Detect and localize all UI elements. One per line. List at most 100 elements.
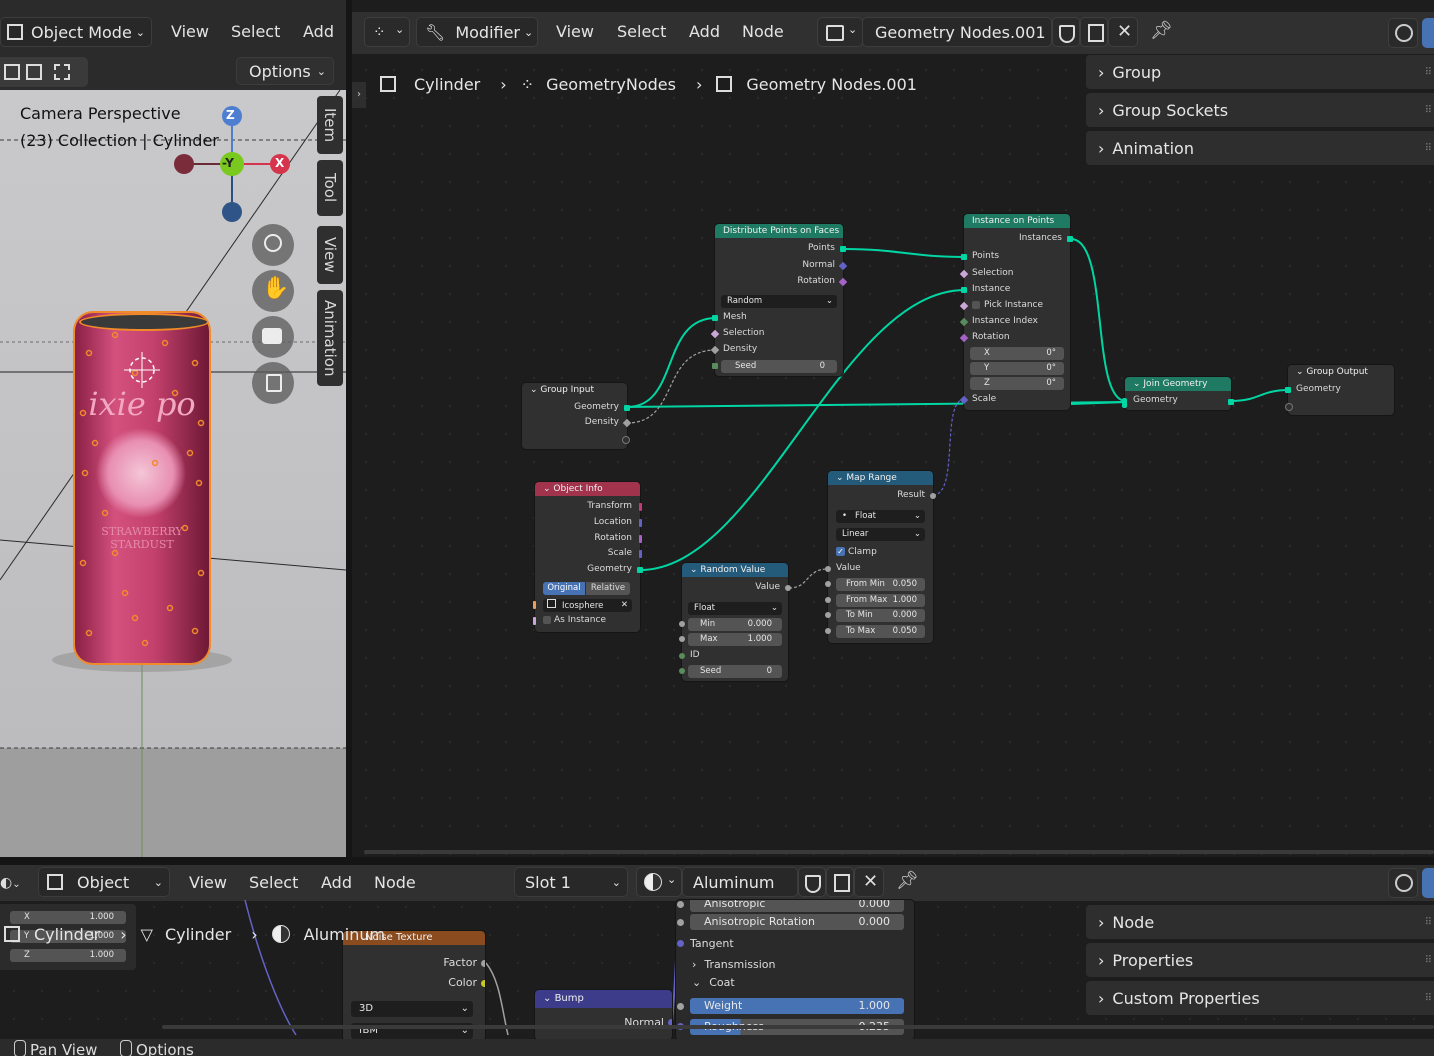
socket-seed-in[interactable] (712, 363, 718, 369)
material-browse[interactable]: ⌄ (636, 867, 682, 897)
pick-instance-checkbox[interactable]: Pick Instance (972, 300, 1043, 310)
shader-menu-node[interactable]: Node (374, 873, 416, 892)
dim-z-field[interactable]: Z 1.000 (10, 949, 126, 962)
fake-user-button[interactable] (1052, 17, 1080, 47)
node-group-output[interactable]: ⌄ Group Output Geometry (1285, 365, 1394, 415)
to-min-field[interactable]: To Min 0.000 (836, 609, 925, 622)
seed-field[interactable]: Seed 0 (721, 360, 837, 373)
node-header[interactable]: ⌄ Group Input (522, 383, 627, 397)
from-min-field[interactable]: From Min 0.050 (836, 578, 925, 591)
node-header[interactable]: ⌄ Random Value (682, 563, 788, 577)
socket-result-out[interactable] (930, 493, 936, 499)
node-header[interactable]: ⌄ Bump (535, 990, 672, 1008)
transform-space-original[interactable]: Original (543, 582, 585, 595)
tab-item[interactable]: Item (317, 96, 343, 154)
socket-max-in[interactable] (679, 636, 685, 642)
clamp-checkbox[interactable]: ✓ Clamp (836, 547, 877, 557)
selection-mode-buttons[interactable] (0, 57, 88, 87)
slot-dropdown[interactable]: Slot 1 ⌄ (514, 867, 628, 897)
node-bump[interactable]: ⌄ Bump Normal (535, 990, 672, 1040)
socket-mesh-in[interactable] (712, 315, 718, 321)
lock-view-button[interactable] (252, 362, 294, 404)
pin-icon[interactable]: 📌︎ (1150, 20, 1173, 41)
socket-factor-out[interactable] (481, 960, 485, 967)
socket-empty-out[interactable] (622, 436, 630, 444)
shader-object-dropdown[interactable]: Object ⌄ (38, 867, 170, 897)
camera-view-button[interactable] (252, 316, 294, 358)
panel-group[interactable]: › Group ⠿ (1086, 55, 1434, 89)
seed-field[interactable]: Seed 0 (688, 665, 782, 678)
node-instance-on-points[interactable]: Instance on Points Instances Points Sele… (959, 214, 1073, 410)
panel-properties[interactable]: › Properties ⠿ (1086, 943, 1434, 977)
node-header[interactable]: Instance on Points (964, 214, 1070, 228)
socket-tangent-in[interactable] (677, 940, 684, 947)
node-header[interactable]: ⌄ Map Range (828, 471, 933, 485)
shader-menu-select[interactable]: Select (249, 873, 298, 892)
socket-min-in[interactable] (679, 621, 685, 627)
node-menu-view[interactable]: View (556, 22, 594, 41)
socket-location-out[interactable] (639, 519, 642, 527)
socket-color-out[interactable] (481, 980, 485, 987)
rotation-z-field[interactable]: Z 0° (970, 377, 1064, 390)
socket-geometry-out[interactable] (624, 405, 630, 411)
panel-group-sockets[interactable]: › Group Sockets ⠿ (1086, 93, 1434, 127)
node-menu-node[interactable]: Node (742, 22, 784, 41)
rotation-y-field[interactable]: Y 0° (970, 362, 1064, 375)
socket-geometry-out[interactable] (1228, 399, 1234, 405)
unlink-button[interactable]: ✕ (1108, 17, 1138, 47)
tab-tool[interactable]: Tool (317, 160, 343, 216)
coat-weight-field[interactable]: Weight 1.000 (690, 998, 904, 1014)
area-divider[interactable] (0, 857, 1434, 865)
anisotropic-field[interactable]: Anisotropic 0.000 (690, 900, 904, 912)
panel-custom-properties[interactable]: › Custom Properties ⠿ (1086, 981, 1434, 1015)
node-join-geometry[interactable]: ⌄ Join Geometry Geometry (1122, 377, 1234, 410)
overlay-button[interactable] (1388, 18, 1418, 48)
socket-instances-out[interactable] (1067, 236, 1073, 242)
socket-geometry-out[interactable] (637, 567, 643, 573)
node-editor[interactable] (352, 0, 1434, 857)
min-field[interactable]: Min 0.000 (688, 618, 782, 631)
socket-instance-in[interactable] (961, 287, 967, 293)
viewport-menu-select[interactable]: Select (231, 22, 280, 41)
tab-animation[interactable]: Animation (317, 290, 343, 386)
socket-seed-in[interactable] (679, 668, 685, 674)
node-header[interactable]: ⌄ Join Geometry (1125, 377, 1231, 391)
from-max-field[interactable]: From Max 1.000 (836, 594, 925, 607)
modifier-dropdown[interactable]: 🔧︎ Modifier ⌄ (416, 17, 538, 47)
select-subtract-icon[interactable] (54, 64, 70, 80)
rotation-x-field[interactable]: X 0° (970, 347, 1064, 360)
node-map-range[interactable]: ⌄ Map Range Result • Float ⌄ Linear ⌄ ✓ Clam… (825, 471, 936, 643)
material-unlink[interactable]: ✕ (854, 867, 884, 897)
node-group-input[interactable]: ⌄ Group Input Geometry Density (522, 383, 632, 449)
socket-to-min-in[interactable] (825, 612, 831, 618)
shader-overlay-button[interactable] (1388, 868, 1418, 898)
transmission-panel[interactable]: › Transmission (692, 958, 775, 971)
interpolation-dropdown[interactable]: Linear ⌄ (836, 528, 925, 541)
socket-rotation-out[interactable] (639, 535, 642, 543)
tab-view[interactable]: View (317, 226, 343, 284)
editor-type-button[interactable]: ⁘ ⌄ (364, 17, 410, 47)
node-random-value[interactable]: ⌄ Random Value Value Float ⌄ Min 0.000 Max… (679, 563, 791, 681)
shader-menu-add[interactable]: Add (321, 873, 352, 892)
node-header[interactable]: ⌄ Object Info (535, 482, 640, 496)
socket-scale-out[interactable] (639, 550, 642, 558)
panel-node[interactable]: › Node ⠿ (1086, 905, 1434, 939)
socket-id-in[interactable] (679, 653, 685, 659)
socket-from-max-in[interactable] (825, 597, 831, 603)
area-divider-vertical[interactable] (346, 0, 352, 857)
as-instance-checkbox[interactable]: As Instance (543, 615, 606, 625)
options-dropdown[interactable]: Options ⌄ (236, 57, 334, 85)
viewport-3d[interactable]: ixie po STRAWBERRY STARDUST Object Mode … (0, 0, 346, 857)
random-type-dropdown[interactable]: Float ⌄ (688, 602, 782, 615)
mode-dropdown[interactable]: Object Mode ⌄ (0, 17, 152, 47)
socket-points-out[interactable] (840, 246, 846, 252)
socket-as-instance-in[interactable] (533, 617, 536, 625)
duplicate-button[interactable] (1080, 17, 1108, 47)
map-type-dropdown[interactable]: • Float ⌄ (836, 510, 925, 523)
node-tree-name-field[interactable]: Geometry Nodes.001 (862, 17, 1052, 47)
socket-value-out[interactable] (785, 585, 791, 591)
transform-space-relative[interactable]: Relative (586, 582, 630, 595)
noise-dimension-dropdown[interactable]: 3D ⌄ (351, 1001, 473, 1017)
node-object-info[interactable]: ⌄ Object Info Transform Location Rotatio… (533, 482, 643, 632)
object-field[interactable]: Icosphere ✕ (543, 599, 632, 612)
